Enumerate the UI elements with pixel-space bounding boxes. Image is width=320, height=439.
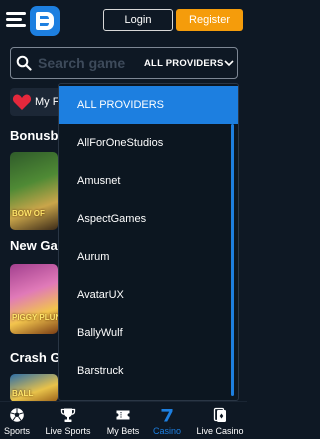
header: Login Register — [0, 0, 247, 42]
search-input[interactable]: Search game — [38, 55, 125, 71]
game-thumbnail[interactable]: PIGGY PLUN — [10, 264, 58, 334]
favorites-label: My F — [35, 96, 60, 108]
register-button[interactable]: Register — [176, 9, 243, 31]
seven-icon — [161, 409, 173, 422]
providers-select[interactable]: ALL PROVIDERS — [144, 58, 224, 69]
bottom-navigation: Sports Live Sports My Bets Casino Live C… — [0, 401, 247, 439]
nav-live-casino-label: Live Casino — [196, 426, 244, 436]
provider-option[interactable]: Amusnet — [59, 162, 238, 200]
game-thumbnail[interactable]: BALL — [10, 374, 58, 402]
nav-live-casino[interactable]: Live Casino — [194, 402, 246, 439]
search-icon — [16, 55, 32, 71]
chevron-down-icon[interactable] — [224, 59, 234, 67]
heart-icon — [12, 94, 32, 110]
provider-option[interactable]: BallyWulf — [59, 314, 238, 352]
provider-option[interactable]: AspectGames — [59, 200, 238, 238]
section-title-bonus: Bonusb — [10, 128, 59, 143]
provider-option[interactable]: AvatarUX — [59, 276, 238, 314]
dropdown-scrollbar[interactable] — [231, 124, 234, 396]
hamburger-menu-icon[interactable] — [6, 12, 26, 28]
nav-casino[interactable]: Casino — [150, 402, 184, 439]
game-thumbnail-label: BOW OF — [12, 209, 45, 218]
game-thumbnail-label: BALL — [12, 389, 34, 398]
providers-dropdown[interactable]: ALL PROVIDERS AllForOneStudios Amusnet A… — [58, 83, 239, 401]
section-title-new-games: New Ga — [10, 238, 58, 253]
brand-logo[interactable] — [30, 6, 60, 36]
nav-sports[interactable]: Sports — [2, 402, 32, 439]
nav-live-sports[interactable]: Live Sports — [42, 402, 94, 439]
game-thumbnail-label: PIGGY PLUN — [12, 313, 58, 322]
nav-casino-label: Casino — [152, 426, 181, 436]
search-bar[interactable]: Search game ALL PROVIDERS — [10, 47, 238, 79]
provider-option[interactable]: AllForOneStudios — [59, 124, 238, 162]
trophy-icon — [60, 408, 76, 422]
game-thumbnail[interactable]: BOW OF — [10, 152, 58, 230]
cards-icon — [213, 407, 226, 422]
provider-option-all-providers[interactable]: ALL PROVIDERS — [59, 86, 238, 124]
nav-sports-label: Sports — [3, 426, 30, 436]
nav-my-bets[interactable]: My Bets — [104, 402, 142, 439]
section-title-crash-games: Crash G — [10, 350, 61, 365]
provider-option[interactable]: Barstruck — [59, 352, 238, 390]
ticket-icon — [116, 410, 130, 420]
login-button[interactable]: Login — [103, 9, 173, 31]
nav-live-sports-label: Live Sports — [45, 426, 91, 436]
nav-my-bets-label: My Bets — [106, 426, 140, 436]
soccer-ball-icon — [10, 408, 24, 422]
provider-option[interactable]: Aurum — [59, 238, 238, 276]
